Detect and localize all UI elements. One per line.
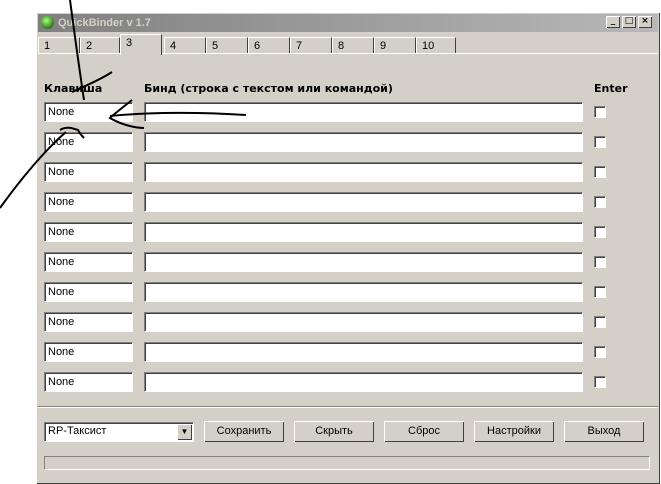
scribble-stroke [109, 111, 247, 117]
handwritten-arrow-annotation [0, 0, 247, 209]
scribble-stroke [71, 71, 113, 93]
tab-3[interactable]: 3 [120, 34, 162, 55]
scribble-stroke [0, 131, 67, 209]
scribble-stroke [69, 0, 85, 101]
